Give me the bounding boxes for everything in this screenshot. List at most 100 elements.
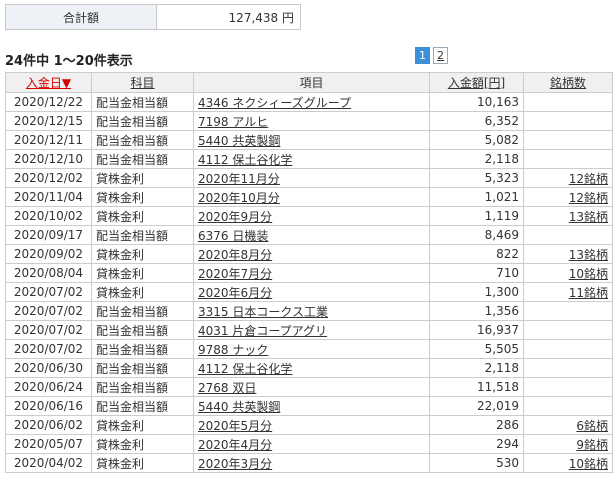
date-cell: 2020/08/04: [5, 263, 92, 283]
item-cell: 2020年8月分: [193, 244, 430, 264]
table-row: 2020/07/02 配当金相当額 9788 ナック 5,505: [5, 339, 613, 359]
amount-cell: 2,118: [429, 358, 524, 378]
item-link[interactable]: 4112 保土谷化学: [198, 153, 292, 167]
date-cell: 2020/09/02: [5, 244, 92, 264]
column-header-date[interactable]: 入金日▼: [5, 72, 92, 93]
table-row: 2020/12/22 配当金相当額 4346 ネクシィーズグループ 10,163: [5, 92, 613, 112]
category-cell: 配当金相当額: [91, 92, 194, 112]
item-cell: 4346 ネクシィーズグループ: [193, 92, 430, 112]
page-1-button[interactable]: 1: [415, 47, 430, 64]
item-link[interactable]: 2020年10月分: [198, 191, 280, 205]
sort-brands-link[interactable]: 銘柄数: [550, 76, 586, 90]
item-link[interactable]: 2020年5月分: [198, 419, 272, 433]
brands-link[interactable]: 12銘柄: [569, 191, 608, 205]
category-cell-text: 貸株金利: [96, 418, 145, 433]
result-count: 24件中 1～20件表示: [5, 54, 133, 69]
page-2-button[interactable]: 2: [433, 47, 448, 64]
item-link[interactable]: 2768 双日: [198, 381, 256, 395]
table-row: 2020/07/02 貸株金利 2020年6月分 1,300 11銘柄: [5, 282, 613, 302]
brands-link[interactable]: 11銘柄: [569, 286, 608, 300]
item-cell: 7198 アルヒ: [193, 111, 430, 131]
category-cell: 配当金相当額: [91, 301, 194, 321]
brands-link[interactable]: 13銘柄: [569, 210, 608, 224]
category-cell-text: 貸株金利: [96, 190, 145, 205]
category-cell-text: 貸株金利: [96, 171, 145, 186]
table-row: 2020/06/02 貸株金利 2020年5月分 286 6銘柄: [5, 415, 613, 435]
date-cell: 2020/12/10: [5, 149, 92, 169]
category-cell: 配当金相当額: [91, 377, 194, 397]
brands-link[interactable]: 6銘柄: [576, 419, 608, 433]
brands-cell: [523, 301, 613, 321]
amount-cell: 2,118: [429, 149, 524, 169]
column-header-category[interactable]: 科目: [91, 72, 194, 93]
amount-cell-text: 5,082: [484, 133, 519, 147]
brands-link[interactable]: 10銘柄: [569, 267, 608, 281]
brands-cell: [523, 358, 613, 378]
brands-cell: [523, 320, 613, 340]
category-cell: 配当金相当額: [91, 339, 194, 359]
brands-cell: [523, 225, 613, 245]
sort-amount-link[interactable]: 入金額[円]: [448, 76, 505, 90]
category-cell: 貸株金利: [91, 434, 194, 454]
amount-cell: 5,082: [429, 130, 524, 150]
brands-cell: 12銘柄: [523, 187, 613, 207]
brands-cell: 11銘柄: [523, 282, 613, 302]
item-cell: 2020年3月分: [193, 453, 430, 473]
item-link[interactable]: 2020年3月分: [198, 457, 272, 471]
table-row: 2020/05/07 貸株金利 2020年4月分 294 9銘柄: [5, 434, 613, 454]
item-link[interactable]: 5440 共英製鋼: [198, 134, 280, 148]
date-cell-text: 2020/04/02: [13, 456, 84, 470]
column-header-amount[interactable]: 入金額[円]: [429, 72, 524, 93]
date-cell-text: 2020/08/04: [13, 266, 84, 280]
table-row: 2020/12/11 配当金相当額 5440 共英製鋼 5,082: [5, 130, 613, 150]
item-cell: 4112 保土谷化学: [193, 149, 430, 169]
date-cell-text: 2020/12/22: [13, 95, 84, 109]
brands-cell: [523, 396, 613, 416]
item-link[interactable]: 6376 日機装: [198, 229, 268, 243]
amount-cell: 6,352: [429, 111, 524, 131]
item-link[interactable]: 4346 ネクシィーズグループ: [198, 96, 351, 110]
item-link[interactable]: 4112 保土谷化学: [198, 362, 292, 376]
brands-link[interactable]: 13銘柄: [569, 248, 608, 262]
date-cell: 2020/12/22: [5, 92, 92, 112]
date-cell: 2020/07/02: [5, 282, 92, 302]
item-link[interactable]: 2020年7月分: [198, 267, 272, 281]
item-link[interactable]: 4031 片倉コープアグリ: [198, 324, 327, 338]
date-cell: 2020/07/02: [5, 339, 92, 359]
item-link[interactable]: 5440 共英製鋼: [198, 400, 280, 414]
brands-cell: [523, 111, 613, 131]
category-cell: 配当金相当額: [91, 320, 194, 340]
date-cell-text: 2020/07/02: [13, 285, 84, 299]
column-header-brands[interactable]: 銘柄数: [523, 72, 613, 93]
item-link[interactable]: 7198 アルヒ: [198, 115, 268, 129]
category-cell-text: 貸株金利: [96, 285, 145, 300]
item-link[interactable]: 2020年8月分: [198, 248, 272, 262]
date-cell-text: 2020/07/02: [13, 304, 84, 318]
item-cell: 2020年9月分: [193, 206, 430, 226]
brands-link[interactable]: 10銘柄: [569, 457, 608, 471]
amount-cell: 1,300: [429, 282, 524, 302]
category-cell-text: 貸株金利: [96, 437, 145, 452]
item-link[interactable]: 2020年9月分: [198, 210, 272, 224]
item-link[interactable]: 2020年11月分: [198, 172, 280, 186]
category-cell-text: 配当金相当額: [96, 342, 169, 357]
item-link[interactable]: 3315 日本コークス工業: [198, 305, 328, 319]
date-cell: 2020/06/02: [5, 415, 92, 435]
amount-cell: 10,163: [429, 92, 524, 112]
item-link[interactable]: 9788 ナック: [198, 343, 268, 357]
item-link[interactable]: 2020年6月分: [198, 286, 272, 300]
category-cell-text: 配当金相当額: [96, 323, 169, 338]
date-cell-text: 2020/07/02: [13, 323, 84, 337]
table-row: 2020/07/02 配当金相当額 3315 日本コークス工業 1,356: [5, 301, 613, 321]
sort-date-link[interactable]: 入金日▼: [26, 76, 71, 90]
sort-category-link[interactable]: 科目: [130, 76, 154, 90]
brands-link[interactable]: 9銘柄: [576, 438, 608, 452]
amount-cell: 530: [429, 453, 524, 473]
brands-link[interactable]: 12銘柄: [569, 172, 608, 186]
item-link[interactable]: 2020年4月分: [198, 438, 272, 452]
amount-cell: 1,356: [429, 301, 524, 321]
category-cell-text: 配当金相当額: [96, 114, 169, 129]
table-row: 2020/09/17 配当金相当額 6376 日機装 8,469: [5, 225, 613, 245]
amount-cell-text: 11,518: [477, 380, 519, 394]
item-cell: 3315 日本コークス工業: [193, 301, 430, 321]
